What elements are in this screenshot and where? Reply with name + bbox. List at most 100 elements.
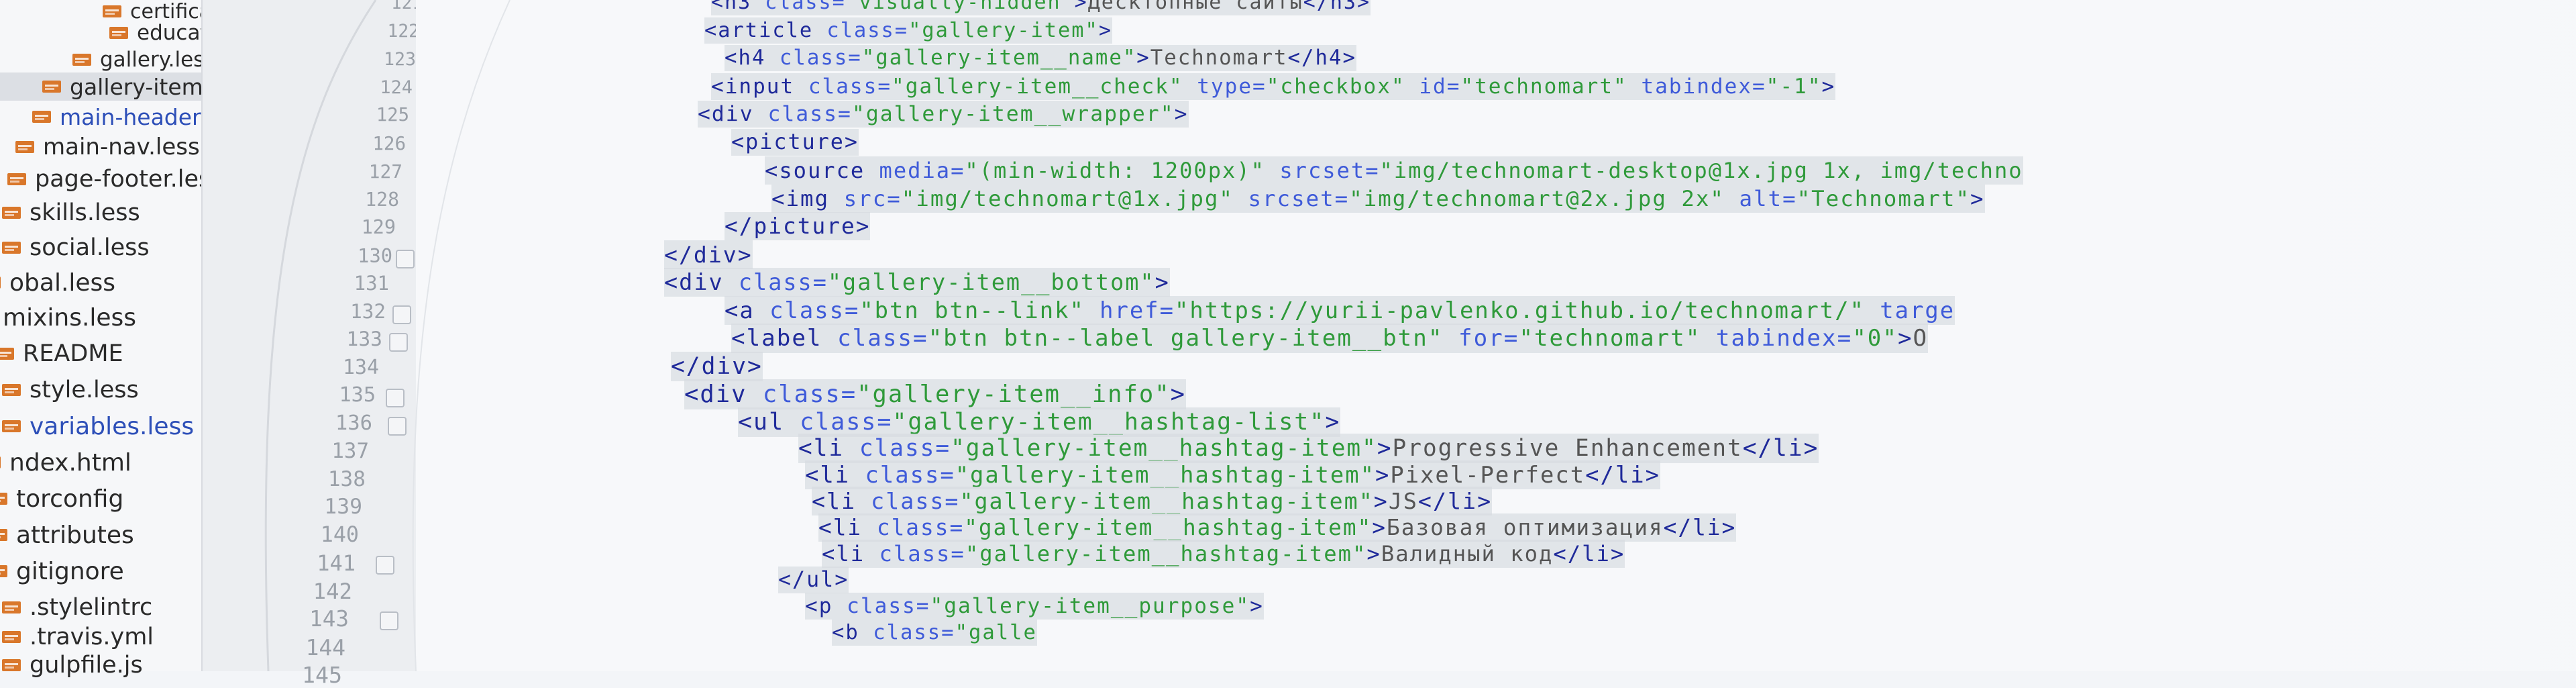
code-line[interactable]: <picture> [731,128,859,156]
line-number: 129 [361,216,396,238]
less-file-icon [0,490,9,507]
file-name: README [23,340,123,367]
code-line[interactable]: <h4 class="gallery-item__name">Technomar… [724,45,1356,71]
less-file-icon [0,599,23,616]
line-number: 132 [350,299,386,323]
code-line[interactable]: <img src="img/technomart@1x.jpg" srcset=… [771,184,1985,213]
file-tree-item[interactable]: skills.less [0,199,140,227]
code-line[interactable]: <div class="gallery-item__info"> [684,379,1186,409]
less-file-icon [0,381,23,399]
line-number: 127 [368,160,402,183]
file-tree-item[interactable]: ndex.html [0,448,131,477]
line-number: 131 [354,272,389,295]
file-name: gulpfile.js [30,652,143,679]
line-number: 141 [317,550,356,576]
file-name: ndex.html [9,448,131,477]
file-tree-item[interactable]: obal.less [0,268,115,297]
file-tree-item[interactable]: main-nav.less [13,133,200,161]
fold-marker-icon[interactable] [380,611,398,630]
code-line[interactable]: </div> [664,240,753,269]
code-line[interactable]: </div> [671,351,763,381]
code-line[interactable]: <input class="gallery-item__check" type=… [711,72,1836,100]
file-tree-item[interactable]: gitignore [0,557,124,585]
fold-marker-icon[interactable] [392,305,411,324]
file-name: page-footer.less [35,166,223,193]
code-editor[interactable]: <h3 class="visually-hidden">Десктопные с… [416,0,2576,671]
less-file-icon [40,78,63,95]
file-tree-item[interactable]: .stylelintrc [0,593,152,622]
code-line[interactable]: <label class="btn btn--label gallery-ite… [731,324,1929,353]
file-name: variables.less [30,412,195,440]
code-line[interactable]: <article class="gallery-item"> [704,17,1113,44]
file-name: style.less [30,377,139,403]
code-line[interactable]: <p class="gallery-item__purpose"> [805,593,1264,620]
code-line[interactable]: <li class="gallery-item__hashtag-item">В… [822,540,1625,568]
file-tree-item[interactable]: gulpfile.js [0,651,143,679]
code-line[interactable]: </picture> [724,212,871,240]
file-tree-item[interactable]: .travis.yml [0,623,154,651]
less-file-icon [0,239,23,256]
fold-marker-icon[interactable] [388,416,407,436]
fold-marker-icon[interactable] [389,333,408,352]
file-tree-item[interactable]: gallery.less [70,46,215,74]
line-number: 136 [335,411,372,435]
line-number: 134 [343,355,379,379]
code-line[interactable]: <b class="galle [832,619,1037,646]
less-file-icon [30,108,53,126]
line-number: 137 [331,439,369,463]
less-file-icon [0,562,9,580]
code-line[interactable]: <li class="gallery-item__hashtag-item">J… [812,487,1493,515]
line-number: 126 [372,132,406,154]
fold-marker-icon[interactable] [396,249,415,268]
file-name: gitignore [16,557,124,585]
less-file-icon [0,204,23,222]
file-name: attributes [16,521,134,549]
line-number: 140 [320,522,359,547]
line-number: 133 [346,328,382,350]
less-file-icon [101,3,123,20]
code-line[interactable]: <h3 class="visually-hidden">Десктопные с… [711,0,1371,15]
fold-marker-icon[interactable] [386,389,405,407]
code-line[interactable]: <a class="btn btn--link" href="https://y… [724,295,1955,325]
file-name: social.less [30,234,150,261]
code-line[interactable]: <ul class="gallery-item__hashtag-list"> [738,407,1341,437]
file-name: obal.less [9,268,116,297]
file-name: .stylelintrc [30,594,153,621]
file-tree-item[interactable]: attributes [0,521,134,549]
file-tree-item[interactable]: torconfig [0,485,123,513]
file-name: gallery.less [100,48,215,72]
line-number: 145 [302,662,342,688]
less-file-icon [5,170,28,188]
line-number: 142 [313,578,352,604]
file-name: .travis.yml [30,624,154,650]
less-file-icon [0,417,23,435]
less-file-icon [0,345,16,362]
code-line[interactable]: <li class="gallery-item__hashtag-item">P… [805,460,1660,489]
file-tree-item[interactable]: variables.less [0,412,194,440]
code-line[interactable]: <div class="gallery-item__wrapper"> [698,101,1189,128]
line-number: 121 [391,0,423,13]
line-number: 125 [376,105,409,126]
fold-marker-icon[interactable] [376,556,394,575]
code-line[interactable]: </ul> [778,566,849,593]
less-file-icon [0,274,3,291]
line-number: 138 [327,466,366,491]
less-file-icon [0,526,9,544]
file-tree-item[interactable]: page-footer.less [5,165,223,193]
line-number: 123 [383,49,416,70]
less-file-icon [0,656,23,674]
file-tree-item[interactable]: social.less [0,234,150,262]
less-file-icon [70,51,93,68]
line-number: 139 [324,495,362,519]
file-tree-item[interactable]: mixins.less [0,303,136,332]
code-line[interactable]: <source media="(min-width: 1200px)" srcs… [765,156,2023,185]
line-number: 124 [380,77,413,98]
file-tree-item[interactable]: style.less [0,376,139,404]
less-file-icon [0,454,3,471]
file-tree-item[interactable]: README [0,340,123,368]
line-number: 128 [365,188,399,211]
code-line[interactable]: <li class="gallery-item__hashtag-item">P… [798,434,1819,463]
code-line[interactable]: <li class="gallery-item__hashtag-item">Б… [818,513,1737,542]
code-line[interactable]: <div class="gallery-item__bottom"> [664,268,1170,297]
line-number: 122 [387,21,420,42]
